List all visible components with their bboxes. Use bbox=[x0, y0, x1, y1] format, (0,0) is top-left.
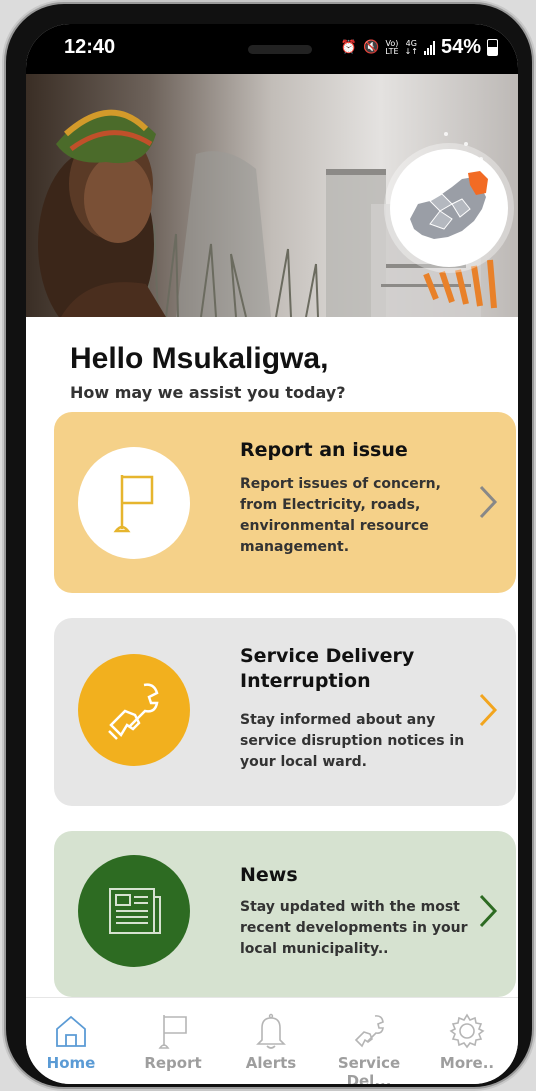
tab-service-delivery-label: Service Del... bbox=[337, 1054, 401, 1084]
home-icon bbox=[56, 1015, 86, 1047]
report-issue-card[interactable]: Report an issue Report issues of concern… bbox=[54, 412, 516, 593]
report-issue-description: Report issues of concern, from Electrici… bbox=[240, 476, 441, 555]
flag-icon bbox=[158, 1015, 187, 1049]
tab-alerts[interactable]: Alerts bbox=[222, 998, 320, 1084]
tab-more-label: More.. bbox=[439, 1054, 495, 1072]
news-description: Stay updated with the most recent develo… bbox=[240, 899, 468, 957]
south-africa-map-icon bbox=[410, 171, 488, 239]
news-circle bbox=[78, 855, 190, 967]
tab-report[interactable]: Report bbox=[124, 998, 222, 1084]
gear-icon bbox=[449, 1013, 485, 1049]
chevron-right-icon bbox=[479, 485, 498, 519]
newspaper-icon bbox=[109, 888, 161, 934]
network-type-indicator: 4G ↓↑ bbox=[404, 39, 418, 56]
report-issue-title: Report an issue bbox=[240, 439, 408, 461]
battery-icon bbox=[487, 39, 498, 56]
lte-label: LTE bbox=[385, 46, 399, 56]
hero-banner bbox=[26, 74, 518, 317]
province-map-badge bbox=[390, 149, 508, 267]
service-delivery-circle bbox=[78, 654, 190, 766]
phone-frame: 12:40 ⏰ 🔇 Vo) LTE 4G ↓↑ 54% Hello Msukal… bbox=[6, 4, 532, 1087]
bottom-tab-bar: Home Report Alerts Service Del... More.. bbox=[26, 997, 518, 1084]
service-delivery-title: Service Delivery Interruption bbox=[240, 645, 415, 692]
mute-icon: 🔇 bbox=[363, 40, 380, 55]
tab-more[interactable]: More.. bbox=[418, 998, 516, 1084]
battery-percent: 54% bbox=[440, 36, 481, 58]
app-screen: 12:40 ⏰ 🔇 Vo) LTE 4G ↓↑ 54% Hello Msukal… bbox=[26, 24, 518, 1084]
tab-service-delivery[interactable]: Service Del... bbox=[320, 998, 418, 1084]
alarm-icon: ⏰ bbox=[340, 40, 358, 55]
volte-indicator: Vo) LTE bbox=[385, 39, 399, 56]
status-time: 12:40 bbox=[64, 36, 116, 58]
status-icons: ⏰ 🔇 Vo) LTE 4G ↓↑ 54% bbox=[341, 36, 498, 59]
tab-home-label: Home bbox=[46, 1054, 96, 1072]
camera-notch bbox=[248, 45, 312, 54]
wrench-hand-icon bbox=[108, 683, 159, 740]
news-card[interactable]: News Stay updated with the most recent d… bbox=[54, 831, 516, 997]
status-bar: 12:40 ⏰ 🔇 Vo) LTE 4G ↓↑ 54% bbox=[26, 24, 518, 74]
greeting-subtitle: How may we assist you today? bbox=[70, 383, 346, 402]
signal-icon bbox=[423, 40, 435, 55]
flag-icon bbox=[113, 475, 154, 533]
greeting-title: Hello Msukaligwa, bbox=[70, 342, 329, 375]
tab-report-label: Report bbox=[144, 1054, 202, 1072]
report-issue-circle bbox=[78, 447, 190, 559]
tab-home[interactable]: Home bbox=[26, 998, 120, 1084]
data-activity-label: ↓↑ bbox=[404, 46, 418, 56]
news-title: News bbox=[240, 864, 298, 886]
tab-alerts-label: Alerts bbox=[245, 1054, 297, 1072]
chevron-right-icon bbox=[479, 894, 498, 928]
bell-icon bbox=[256, 1013, 286, 1049]
chevron-right-icon bbox=[479, 693, 498, 727]
wrench-hand-icon bbox=[354, 1015, 384, 1048]
service-delivery-description: Stay informed about any service disrupti… bbox=[240, 712, 465, 770]
service-delivery-card[interactable]: Service Delivery Interruption Stay infor… bbox=[54, 618, 516, 806]
